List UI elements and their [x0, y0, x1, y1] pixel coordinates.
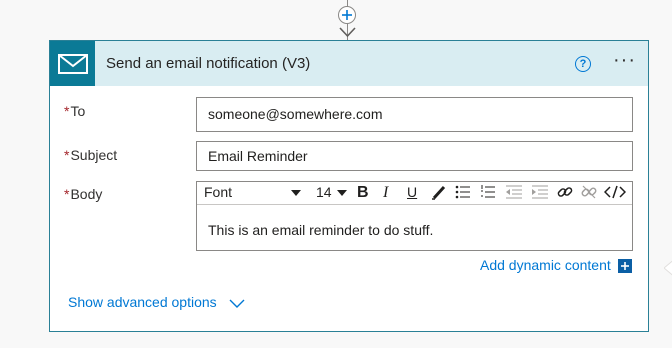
increase-indent-button[interactable]: [531, 184, 549, 202]
formatting-toolbar: Font 14 B I U: [197, 182, 632, 205]
card-title: Send an email notification (V3): [106, 55, 311, 72]
subject-field[interactable]: Email Reminder: [196, 141, 633, 171]
remove-link-button[interactable]: [581, 184, 597, 202]
code-view-button[interactable]: [604, 184, 626, 202]
required-marker: *: [64, 186, 70, 202]
bulleted-list-button[interactable]: [455, 184, 471, 202]
show-advanced-options-label: Show advanced options: [68, 294, 217, 310]
underline-button[interactable]: U: [407, 184, 417, 202]
action-icon-tile: [50, 41, 95, 86]
more-options-icon[interactable]: ···: [613, 49, 636, 72]
body-rich-text-editor[interactable]: Font 14 B I U This is an email reminder …: [196, 181, 633, 251]
insert-link-button[interactable]: [557, 184, 573, 202]
numbered-list-icon: [481, 185, 495, 198]
to-label: *To: [64, 103, 85, 119]
send-email-action-card: Send an email notification (V3) ? ··· *T…: [49, 40, 649, 332]
caret-down-icon: [337, 190, 348, 197]
decrease-indent-button[interactable]: [505, 184, 523, 202]
highlight-button[interactable]: [431, 184, 447, 202]
required-marker: *: [64, 147, 70, 163]
numbered-list-button[interactable]: [480, 184, 496, 202]
bold-button[interactable]: B: [357, 184, 369, 202]
font-dropdown-value: Font: [204, 184, 233, 200]
body-label-text: Body: [70, 186, 103, 202]
required-marker: *: [64, 103, 70, 119]
subject-label-text: Subject: [70, 147, 118, 163]
body-label: *Body: [64, 186, 102, 202]
font-size-dropdown[interactable]: 14: [316, 184, 348, 200]
plus-icon: [621, 262, 629, 270]
to-label-text: To: [70, 103, 86, 119]
bullet-list-icon: [455, 185, 470, 199]
body-editor-content[interactable]: This is an email reminder to do stuff.: [208, 222, 433, 238]
outdent-icon: [506, 185, 522, 199]
italic-button[interactable]: I: [383, 184, 388, 202]
font-size-value: 14: [316, 184, 332, 200]
to-field[interactable]: someone@somewhere.com: [196, 97, 633, 132]
code-view-icon: [604, 185, 626, 199]
show-advanced-options-toggle[interactable]: Show advanced options: [68, 294, 245, 310]
plus-icon: [342, 10, 352, 20]
envelope-icon: [58, 54, 88, 74]
link-icon: [557, 187, 573, 197]
insert-step-button[interactable]: [338, 6, 356, 24]
font-family-dropdown[interactable]: Font: [204, 184, 301, 200]
indent-icon: [532, 185, 548, 199]
marker-pen-icon: [432, 185, 446, 200]
dynamic-content-pane-pointer: [664, 260, 672, 276]
subject-label: *Subject: [64, 147, 117, 163]
add-dynamic-content-link[interactable]: Add dynamic content: [480, 257, 611, 273]
help-icon[interactable]: ?: [575, 56, 591, 72]
card-header[interactable]: Send an email notification (V3) ? ···: [50, 41, 648, 86]
add-dynamic-content-button[interactable]: [618, 259, 632, 273]
chevron-down-icon: [229, 299, 245, 308]
caret-down-icon: [291, 190, 301, 196]
unlink-icon: [581, 185, 597, 199]
down-arrow-icon: [339, 27, 356, 38]
